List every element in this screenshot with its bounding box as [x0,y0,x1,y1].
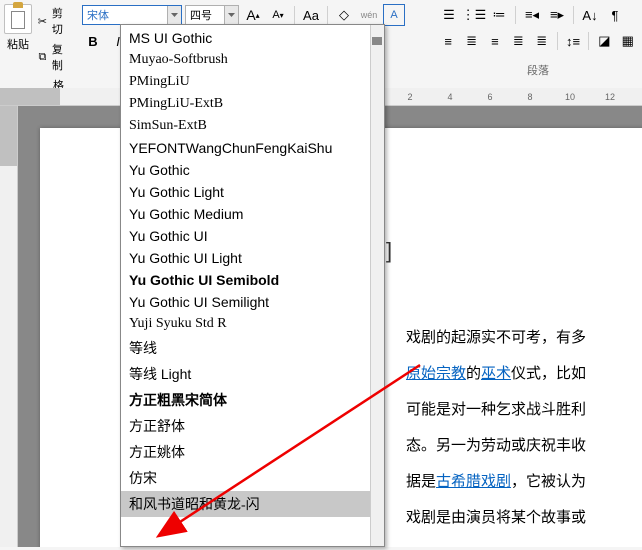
align-right-button[interactable]: ≡ [485,30,505,52]
font-size-dropdown-arrow[interactable] [224,6,238,24]
link-religion[interactable]: 原始宗教 [406,366,466,382]
text-cursor: ] [386,238,392,264]
numbering-icon: ⋮☰ [462,7,487,23]
copy-icon: ⧉ [36,50,49,64]
change-case-button[interactable]: Aa [300,4,322,26]
scissors-icon: ✂ [36,14,49,28]
font-family-dropdown-arrow[interactable] [167,6,181,24]
link-witchcraft[interactable]: 巫术 [481,366,511,382]
indent-dec-button[interactable]: ≡◂ [521,4,543,26]
show-marks-button[interactable]: ¶ [604,4,626,26]
copy-button[interactable]: ⧉复制 [34,40,74,74]
cut-button[interactable]: ✂剪切 [34,4,74,38]
font-option[interactable]: PMingLiU-ExtB [121,93,384,115]
align-center-button[interactable]: ≣ [461,30,481,52]
clear-format-button[interactable]: ◇ [333,4,355,26]
font-option[interactable]: 方正舒体 [121,413,384,439]
paste-button[interactable]: 粘贴 [4,4,32,52]
indent-inc-button[interactable]: ≡▸ [546,4,568,26]
font-option[interactable]: Yu Gothic UI Semibold [121,269,384,291]
document-text[interactable]: 戏剧的起源实不可考，有多 原始宗教的巫术仪式，比如 可能是对一种乞求战斗胜利 态… [406,320,642,536]
font-option[interactable]: Yu Gothic Light [121,181,384,203]
eraser-icon: ◇ [339,7,349,23]
font-size-input[interactable] [186,6,224,24]
ruler-tick: 10 [560,92,580,102]
paste-icon [4,4,32,34]
ruler-tick: 6 [480,92,500,102]
font-option[interactable]: Muyao-Softbrush [121,49,384,71]
sort-button[interactable]: A↓ [579,4,601,26]
paragraph-group-label: 段落 [438,62,638,82]
font-option[interactable]: 方正姚体 [121,439,384,465]
font-option[interactable]: Yu Gothic UI Semilight [121,291,384,313]
grow-font-button[interactable]: A▴ [242,4,264,26]
line-spacing-button[interactable]: ↕≡ [563,30,583,52]
ruler-tick: 2 [400,92,420,102]
font-option[interactable]: PMingLiU [121,71,384,93]
bullets-button[interactable]: ☰ [438,4,460,26]
borders-button[interactable]: ▦ [618,30,638,52]
link-greek-drama[interactable]: 古希腊戏剧 [436,474,511,490]
font-family-dropdown-list[interactable]: MS UI GothicMuyao-SoftbrushPMingLiUPMing… [120,24,385,547]
justify-button[interactable]: ≣ [508,30,528,52]
scrollbar-thumb[interactable] [372,37,382,45]
font-option[interactable]: 方正粗黑宋简体 [121,387,384,413]
font-option[interactable]: SimSun-ExtB [121,115,384,137]
numbering-button[interactable]: ⋮☰ [463,4,485,26]
multilevel-button[interactable]: ≔ [488,4,510,26]
align-left-button[interactable]: ≡ [438,30,458,52]
paragraph-group: ☰ ⋮☰ ≔ ≡◂ ≡▸ A↓ ¶ ≡ ≣ ≡ ≣ ≣ ↕≡ ◪ ▦ 段落 [438,4,638,82]
ruler-tick: 8 [520,92,540,102]
font-option[interactable]: 和风书道昭和黄龙-闪 [121,491,384,517]
font-option[interactable]: 等线 [121,335,384,361]
font-option[interactable]: 等线 Light [121,361,384,387]
shrink-font-button[interactable]: A▾ [267,4,289,26]
font-family-input[interactable] [83,6,167,24]
dropdown-scrollbar[interactable] [370,25,384,546]
font-option[interactable]: Yuji Syuku Std R [121,313,384,335]
font-option[interactable]: Yu Gothic [121,159,384,181]
ruler-tick: 4 [440,92,460,102]
phonetic-guide-button[interactable]: wén [358,4,380,26]
font-option[interactable]: 仿宋 [121,465,384,491]
font-family-combo[interactable] [82,5,182,25]
font-option[interactable]: Yu Gothic UI Light [121,247,384,269]
shading-button[interactable]: ◪ [594,30,614,52]
ruler-tick: 12 [600,92,620,102]
vertical-ruler[interactable] [0,106,18,547]
distribute-button[interactable]: ≣ [532,30,552,52]
font-option[interactable]: Yu Gothic UI [121,225,384,247]
multilevel-icon: ≔ [493,7,506,23]
char-border-button[interactable]: A [383,4,405,26]
font-option[interactable]: MS UI Gothic [121,27,384,49]
bullets-icon: ☰ [443,7,455,23]
font-option[interactable]: YEFONTWangChunFengKaiShu [121,137,384,159]
font-option[interactable]: Yu Gothic Medium [121,203,384,225]
bold-button[interactable]: B [82,30,104,52]
font-size-combo[interactable] [185,5,239,25]
